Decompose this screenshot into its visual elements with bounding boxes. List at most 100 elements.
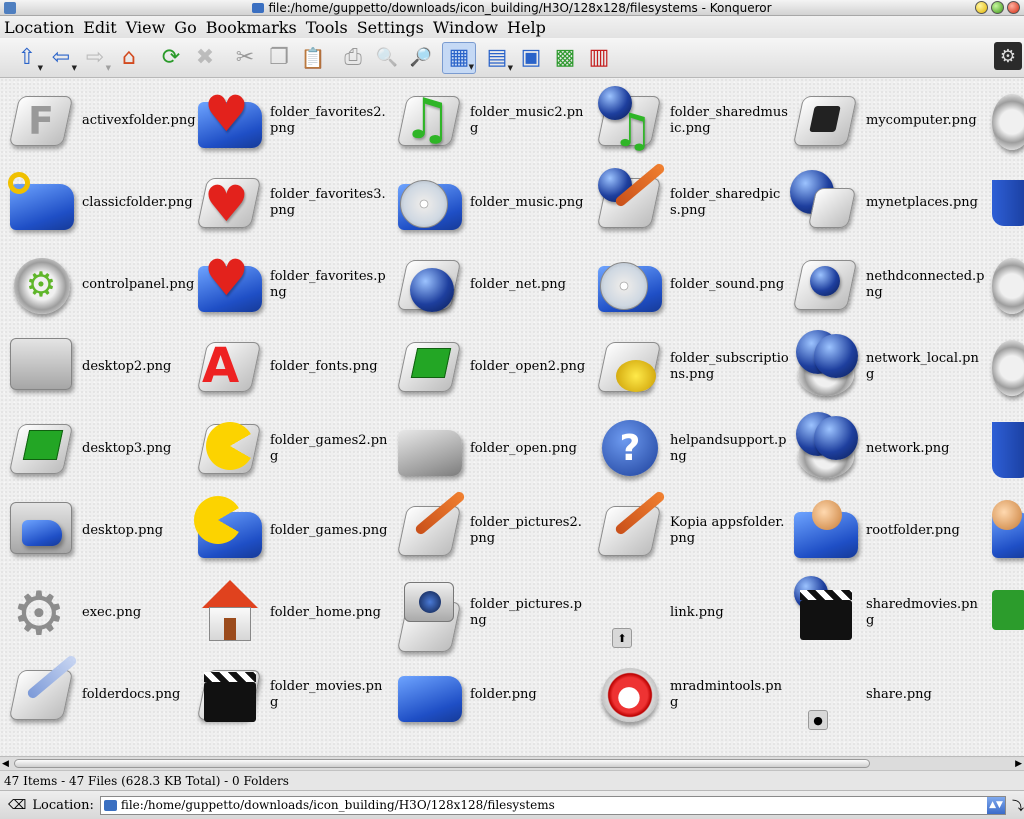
detail-view-button[interactable]: ▤ ▼: [480, 42, 514, 74]
file-item[interactable]: folder_subscriptions.png: [592, 330, 790, 404]
menu-help[interactable]: Help: [507, 18, 546, 37]
reload-button[interactable]: ⟳: [154, 42, 188, 74]
menu-settings[interactable]: Settings: [357, 18, 424, 37]
icon-view-button[interactable]: ▦ ▼: [442, 41, 476, 74]
file-item[interactable]: ● mradmintools.png: [592, 658, 790, 732]
home-button[interactable]: ⌂: [112, 42, 146, 74]
file-item[interactable]: folder_music.png: [392, 166, 590, 240]
file-item[interactable]: ⚙ exec.png: [4, 576, 202, 650]
file-item[interactable]: folder_movies.png: [192, 658, 390, 732]
file-item[interactable]: ⚙ controlpanel.png: [4, 248, 202, 322]
copy-icon: ❐: [269, 45, 289, 70]
menu-view[interactable]: View: [126, 18, 166, 37]
cut-button[interactable]: ✂: [228, 42, 262, 74]
file-item[interactable]: F activexfolder.png: [4, 84, 202, 158]
file-item[interactable]: classicfolder.png: [4, 166, 202, 240]
title-bar[interactable]: file:/home/guppetto/downloads/icon_build…: [0, 0, 1024, 16]
zoom-out-button[interactable]: 🔍: [370, 42, 404, 74]
pacman-icon: [192, 412, 266, 486]
scrollbar-thumb[interactable]: [14, 759, 870, 768]
net-drive-icon: [788, 248, 862, 322]
paste-button[interactable]: 📋: [296, 42, 330, 74]
file-item[interactable]: folder_open.png: [392, 412, 590, 486]
file-item[interactable]: sharedmovies.png: [788, 576, 986, 650]
menu-edit[interactable]: Edit: [83, 18, 116, 37]
scroll-left-icon[interactable]: ◀: [2, 759, 9, 769]
bin-icon: [992, 166, 1024, 240]
menu-bar: Location Edit View Go Bookmarks Tools Se…: [0, 16, 1024, 38]
admin-icon: ●: [592, 658, 666, 732]
split-view-button[interactable]: ▥: [582, 42, 616, 74]
clear-location-icon[interactable]: ⌫: [8, 798, 26, 813]
folder-icon: [252, 2, 265, 13]
file-item[interactable]: ♥ folder_favorites3.png: [192, 166, 390, 240]
file-item[interactable]: folder_games2.png: [192, 412, 390, 486]
file-item[interactable]: desktop3.png: [4, 412, 202, 486]
menu-bookmarks[interactable]: Bookmarks: [206, 18, 297, 37]
file-item[interactable]: folder_open2.png: [392, 330, 590, 404]
back-button[interactable]: ⇦ ▼: [44, 42, 78, 74]
link-icon: ⬆: [592, 576, 666, 650]
file-item[interactable]: folder_sharedpics.png: [592, 161, 790, 240]
location-toolbar: ⌫ Location: file:/home/guppetto/download…: [0, 790, 1024, 819]
file-item-partial[interactable]: [992, 248, 1024, 322]
file-item[interactable]: folder_net.png: [392, 248, 590, 322]
file-item[interactable]: mycomputer.png: [788, 84, 986, 158]
forward-button[interactable]: ⇨ ▼: [78, 42, 112, 74]
copy-button[interactable]: ❐: [262, 42, 296, 74]
scroll-right-icon[interactable]: ▶: [1015, 759, 1022, 769]
file-item[interactable]: folder.png: [392, 658, 590, 732]
file-item-partial[interactable]: [992, 412, 1024, 486]
file-item-partial[interactable]: [992, 166, 1024, 240]
thumbnail-button[interactable]: ▩: [548, 42, 582, 74]
file-item[interactable]: ● share.png: [788, 658, 986, 732]
file-item-partial[interactable]: [992, 330, 1024, 404]
file-item[interactable]: ♫ folder_sharedmusic.png: [592, 84, 790, 158]
file-item[interactable]: folder_pictures2.png: [392, 489, 590, 568]
file-item[interactable]: ♥ folder_favorites.png: [192, 248, 390, 322]
file-item[interactable]: ? helpandsupport.png: [592, 412, 790, 486]
file-item[interactable]: mynetplaces.png: [788, 166, 986, 240]
window-title: file:/home/guppetto/downloads/icon_build…: [252, 1, 772, 15]
file-item[interactable]: folder_pictures.png: [392, 576, 590, 652]
zoom-in-button[interactable]: 🔎: [404, 42, 438, 74]
window-menu-icon[interactable]: [4, 2, 16, 14]
preview-button[interactable]: ▣: [514, 42, 548, 74]
file-item[interactable]: desktop.png: [4, 494, 202, 568]
help-icon: ?: [592, 412, 666, 486]
menu-location[interactable]: Location: [4, 18, 74, 37]
file-item[interactable]: ♫ folder_music2.png: [392, 84, 590, 158]
menu-tools[interactable]: Tools: [306, 18, 348, 37]
go-icon[interactable]: ⤵: [1012, 797, 1024, 814]
menu-window[interactable]: Window: [433, 18, 498, 37]
file-item[interactable]: network_local.png: [788, 330, 986, 404]
file-item[interactable]: network.png: [788, 412, 986, 486]
file-item[interactable]: Kopia appsfolder.png: [592, 489, 790, 568]
file-item[interactable]: folder_sound.png: [592, 248, 790, 322]
location-dropdown-icon[interactable]: ▲▼: [986, 796, 1005, 814]
user-folder-icon: [788, 494, 862, 568]
file-item[interactable]: folder_home.png: [192, 576, 390, 650]
file-item-partial[interactable]: [992, 576, 1024, 650]
file-item[interactable]: ⬆ link.png: [592, 576, 790, 650]
file-icon-view[interactable]: F activexfolder.png classicfolder.png ⚙ …: [0, 78, 1024, 756]
file-item[interactable]: folderdocs.png: [4, 653, 202, 732]
location-input[interactable]: file:/home/guppetto/downloads/icon_build…: [99, 795, 1006, 815]
home-icon: ⌂: [122, 45, 136, 70]
maximize-button[interactable]: [991, 1, 1004, 14]
print-button[interactable]: ⎙: [336, 42, 370, 74]
close-button[interactable]: [1007, 1, 1020, 14]
file-item[interactable]: A folder_fonts.png: [192, 330, 390, 404]
file-item[interactable]: nethdconnected.png: [788, 248, 986, 322]
stop-button[interactable]: ✖: [188, 42, 222, 74]
menu-go[interactable]: Go: [174, 18, 196, 37]
file-item[interactable]: folder_games.png: [192, 494, 390, 568]
up-button[interactable]: ⇧ ▼: [10, 42, 44, 74]
file-item[interactable]: rootfolder.png: [788, 494, 986, 568]
minimize-button[interactable]: [975, 1, 988, 14]
file-item-partial[interactable]: [992, 84, 1024, 158]
file-item-partial[interactable]: [992, 494, 1024, 568]
horizontal-scrollbar[interactable]: ◀ ▶: [0, 756, 1024, 770]
file-item[interactable]: desktop2.png: [4, 330, 202, 404]
file-item[interactable]: ♥ folder_favorites2.png: [192, 84, 390, 158]
